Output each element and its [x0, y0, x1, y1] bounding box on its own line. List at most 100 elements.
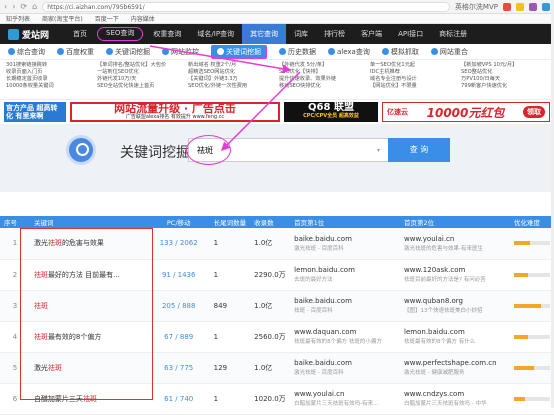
rank2-cell[interactable]: www.quban8.org 【图】13个快速祛斑美白小妙招 [400, 290, 510, 322]
pc-mobile-index[interactable]: 63 / 775 [147, 352, 210, 384]
search-icon [66, 135, 96, 165]
rank2-cell[interactable]: www.cndzys.com 白醋加蒙片三天祛斑有效吗 - 中华 [400, 383, 510, 415]
ad-link[interactable]: 长期稳定首页收录 [6, 76, 93, 83]
pc-mobile-index[interactable]: 67 / 889 [147, 321, 210, 353]
tool-keyword-mining-a[interactable]: 关键词挖掘 [106, 47, 150, 57]
ad-link[interactable]: 【单词排名/整站优化】大包价 [97, 62, 184, 69]
col-header[interactable]: 优化难度 [510, 216, 554, 228]
ad-link[interactable]: 【外链代发 5分/条】 [279, 62, 366, 69]
tool-alexa[interactable]: alexa查询 [328, 47, 370, 57]
banner-row: 官方产品 超高转化 有里来啊 网站流量升级 · 广告点击 广告联盟alexa排名 … [0, 100, 554, 124]
extension-icon[interactable] [516, 2, 524, 11]
ad-link[interactable]: 10000条权量关键词 [6, 83, 93, 90]
ad-link[interactable]: 一站到位SEO优化 [97, 69, 184, 76]
banner-yisu[interactable]: 亿速云 10000元红包 领取 [382, 102, 550, 122]
rank1-cell[interactable]: baike.baidu.com 激光祛斑 - 百度百科 [290, 228, 401, 260]
pc-mobile-index[interactable]: 91 / 1436 [147, 259, 210, 291]
tool-site-monitor[interactable]: 网站监控 [162, 47, 199, 57]
nav-client[interactable]: 客户端 [353, 24, 390, 44]
top-navigation: 爱站网 首页 SEO查询 权重查询 域名/IP查询 其它查询 词库 排行榜 客户… [0, 24, 554, 44]
nav-api[interactable]: API接口 [390, 24, 431, 44]
home-icon[interactable]: ⌂ [32, 2, 37, 11]
extension-icon[interactable] [542, 2, 550, 11]
tool-keyword-mining[interactable]: 关键词挖掘 [211, 44, 267, 59]
rank2-cell[interactable]: www.youlai.cn 激光祛斑的危害与效果-有来医生 [400, 228, 510, 260]
pc-mobile-index[interactable]: 133 / 2062 [147, 228, 210, 260]
ad-link[interactable]: 万PV100/日每天 [461, 76, 548, 83]
ad-link[interactable]: 【网站优化】不限量 [370, 83, 457, 90]
ad-link[interactable]: SEO全站优化快速上首页 [97, 83, 184, 90]
ad-link[interactable]: 新出域名 权重2个/月 [188, 62, 275, 69]
tool-icon [217, 48, 224, 55]
col-header[interactable]: 收录数 [250, 216, 291, 228]
ad-link[interactable]: 收录页面入门页 [6, 69, 93, 76]
ad-link[interactable]: 799新客户快速优化 [461, 83, 548, 90]
rank1-cell[interactable]: www.daquan.com 祛斑最有效的8个偏方 祛斑的小偏方 [290, 321, 401, 353]
forward-icon[interactable]: › [12, 2, 15, 11]
col-header[interactable]: 长尾词数量 [209, 216, 251, 228]
ad-link[interactable]: 【关键词】外链3.3万 [188, 76, 275, 83]
back-icon[interactable]: ‹ [4, 2, 7, 11]
ad-link[interactable]: 超精选SEO网站优化 [188, 69, 275, 76]
ad-link[interactable]: 【新加坡VPS 10元/月】 [461, 62, 548, 69]
banner-official[interactable]: 官方产品 超高转化 有里来啊 [4, 102, 66, 122]
tool-history-data[interactable]: 历史数据 [279, 47, 316, 57]
tool-overall-query[interactable]: 综合查询 [8, 47, 45, 57]
difficulty-cell [510, 321, 554, 353]
pc-mobile-index[interactable]: 61 / 740 [147, 383, 210, 415]
rank1-cell[interactable]: baike.baidu.com 祛斑 - 百度百科 [290, 290, 401, 322]
tool-icon [328, 48, 335, 55]
ad-column: 301搜索链接跳转 收录页面入门页 长期稳定首页收录 10000条权量关键词 [4, 60, 95, 99]
claim-button[interactable]: 领取 [523, 106, 545, 118]
nav-ranking[interactable]: 排行榜 [316, 24, 353, 44]
ad-link[interactable]: SEO优化【快排】 [279, 69, 366, 76]
rank2-cell[interactable]: lemon.baidu.com 祛斑最有效的8个偏方 有什么 [400, 321, 510, 353]
nav-lexicon[interactable]: 词库 [286, 24, 316, 44]
col-header[interactable]: 关键词 [29, 216, 148, 228]
site-logo[interactable]: 爱站网 [8, 28, 49, 41]
ad-column: 单一SEO优化1元起 IDC主机推荐 域名专业注册与设计 【网站优化】不限量 [368, 60, 459, 99]
nav-seo-query[interactable]: SEO查询 [97, 27, 144, 41]
ad-link[interactable]: SEO整站优化 [461, 69, 548, 76]
query-button[interactable]: 查 询 [388, 138, 450, 162]
bookmark-item[interactable]: 知乎列表 [6, 14, 30, 23]
ad-link[interactable]: SEO优化/外链一次性费用 [188, 83, 275, 90]
tool-icon [430, 48, 438, 55]
nav-weight-query[interactable]: 权重查询 [145, 24, 189, 44]
tool-baidu-weight[interactable]: 百度权重 [57, 47, 94, 57]
extension-icon[interactable] [503, 2, 511, 11]
tool-crawl-sim[interactable]: 模拟抓取 [381, 47, 419, 57]
ad-link[interactable]: 提升快速收录、效果外链 [279, 76, 366, 83]
banner-traffic-upgrade[interactable]: 网站流量升级 · 广告点击 广告联盟alexa排名 有效提升 www.feng.c… [70, 102, 280, 122]
ad-link[interactable]: IDC主机推荐 [370, 69, 457, 76]
ad-link[interactable]: 域名专业注册与设计 [370, 76, 457, 83]
pc-mobile-index[interactable]: 205 / 888 [147, 290, 210, 322]
address-bar[interactable]: https://ci.aizhan.com/795b6591/ [42, 1, 450, 12]
bookmark-item[interactable]: 百度一下 [95, 14, 119, 23]
bookmark-item[interactable]: 商家(淘宝平台) [42, 14, 83, 23]
ad-link[interactable]: 301搜索链接跳转 [6, 62, 93, 69]
rank2-cell[interactable]: www.perfectshape.com.cn 激光祛斑 - 健康减肥服务 [400, 352, 510, 384]
rank1-cell[interactable]: lemon.baidu.com 去斑的最好方法 [290, 259, 401, 291]
tool-site-overlap[interactable]: 网站重合 [430, 47, 468, 57]
nav-home[interactable]: 首页 [65, 24, 95, 44]
banner-q68[interactable]: Q68 联盟 CPC/CPV全员 超高效益 [284, 102, 378, 122]
ad-link[interactable]: 外链代发10万/天 [97, 76, 184, 83]
bookmark-item[interactable]: 内容媒体 [131, 14, 155, 23]
browser-search-hint[interactable]: 英格尔洗MVP [455, 2, 498, 12]
tool-icon [279, 48, 286, 55]
extension-icon[interactable] [529, 2, 537, 11]
rank2-cell[interactable]: www.120ask.com 祛斑目前最好的方法是? 有问必答 [400, 259, 510, 291]
rank1-cell[interactable]: baike.baidu.com 激光祛斑 - 百度百科 [290, 352, 401, 384]
ad-link[interactable]: 单一SEO优化1元起 [370, 62, 457, 69]
difficulty-fill [514, 365, 534, 370]
ad-link[interactable]: 移动SEO快排优化 [279, 83, 366, 90]
nav-trademark[interactable]: 商标注册 [431, 24, 475, 44]
nav-domain-ip[interactable]: 域名/IP查询 [189, 24, 242, 44]
nav-other-query[interactable]: 其它查询 [242, 24, 287, 44]
chevron-down-icon[interactable]: ▾ [377, 147, 380, 154]
reload-icon[interactable]: ⟳ [20, 2, 27, 11]
table-header-row: 序号 关键词 PC/移动 长尾词数量 收录数 首页第1位 首页第2位 优化难度 [0, 216, 554, 228]
rank1-cell[interactable]: www.youlai.cn 白醋加蒙片三天祛斑有效吗-有来... [290, 383, 401, 415]
col-header[interactable]: PC/移动 [147, 216, 210, 228]
